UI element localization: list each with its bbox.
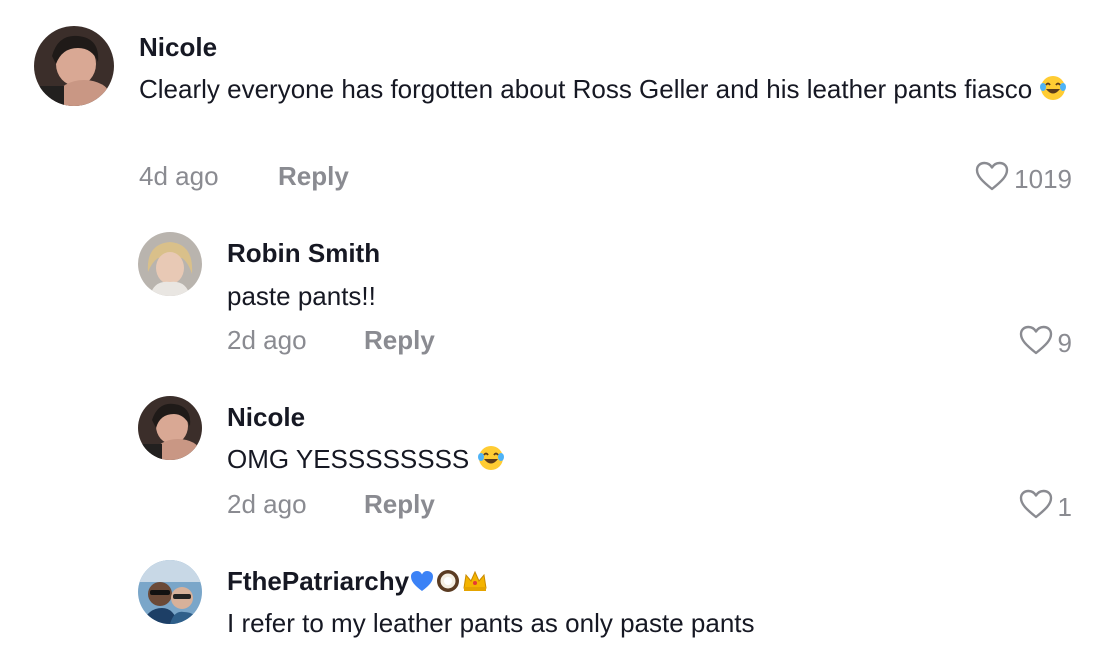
comment-timestamp: 4d ago xyxy=(139,161,219,191)
comment-text-body: OMG YESSSSSSSS xyxy=(227,444,470,474)
username[interactable]: FthePatriarchy xyxy=(227,566,489,600)
username[interactable]: Nicole xyxy=(139,32,217,62)
heart-icon xyxy=(1018,488,1054,525)
crown-emoji-icon xyxy=(461,568,489,600)
avatar[interactable] xyxy=(138,232,202,296)
avatar[interactable] xyxy=(34,26,114,106)
comment-timestamp: 2d ago xyxy=(227,489,307,519)
laughing-tears-emoji-icon xyxy=(477,442,505,484)
username-text: FthePatriarchy xyxy=(227,566,410,596)
comment-timestamp: 2d ago xyxy=(227,325,307,355)
avatar[interactable] xyxy=(138,396,202,460)
like-count: 1019 xyxy=(1014,163,1072,194)
comment-item: Nicole OMG YESSSSSSSS 2d ago Reply 1 xyxy=(0,374,1094,534)
like-button[interactable]: 1019 xyxy=(974,160,1072,197)
reply-button[interactable]: Reply xyxy=(364,489,435,519)
laughing-tears-emoji-icon xyxy=(1039,72,1067,114)
username[interactable]: Nicole xyxy=(227,402,305,432)
heart-icon xyxy=(974,160,1010,197)
heart-icon xyxy=(1018,324,1054,361)
coconut-emoji-icon xyxy=(435,568,461,600)
like-button[interactable]: 9 xyxy=(1018,324,1072,361)
like-count: 1 xyxy=(1057,491,1072,522)
blue-heart-emoji-icon xyxy=(409,568,435,600)
comment-item: FthePatriarchy I refer to my leather pan… xyxy=(0,538,1094,650)
comment-item: Nicole Clearly everyone has forgotten ab… xyxy=(0,0,1094,210)
avatar[interactable] xyxy=(138,560,202,624)
username[interactable]: Robin Smith xyxy=(227,238,380,268)
comment-item: Robin Smith paste pants!! 2d ago Reply 9 xyxy=(0,210,1094,370)
reply-button[interactable]: Reply xyxy=(364,325,435,355)
like-count: 9 xyxy=(1057,327,1072,358)
comment-text: I refer to my leather pants as only past… xyxy=(227,608,755,638)
reply-button[interactable]: Reply xyxy=(278,161,349,191)
comment-text: paste pants!! xyxy=(227,281,376,311)
comment-text: Clearly everyone has forgotten about Ros… xyxy=(139,68,1074,114)
comment-text-body: Clearly everyone has forgotten about Ros… xyxy=(139,74,1033,104)
like-button[interactable]: 1 xyxy=(1018,488,1072,525)
comment-text: OMG YESSSSSSSS xyxy=(227,438,1067,484)
